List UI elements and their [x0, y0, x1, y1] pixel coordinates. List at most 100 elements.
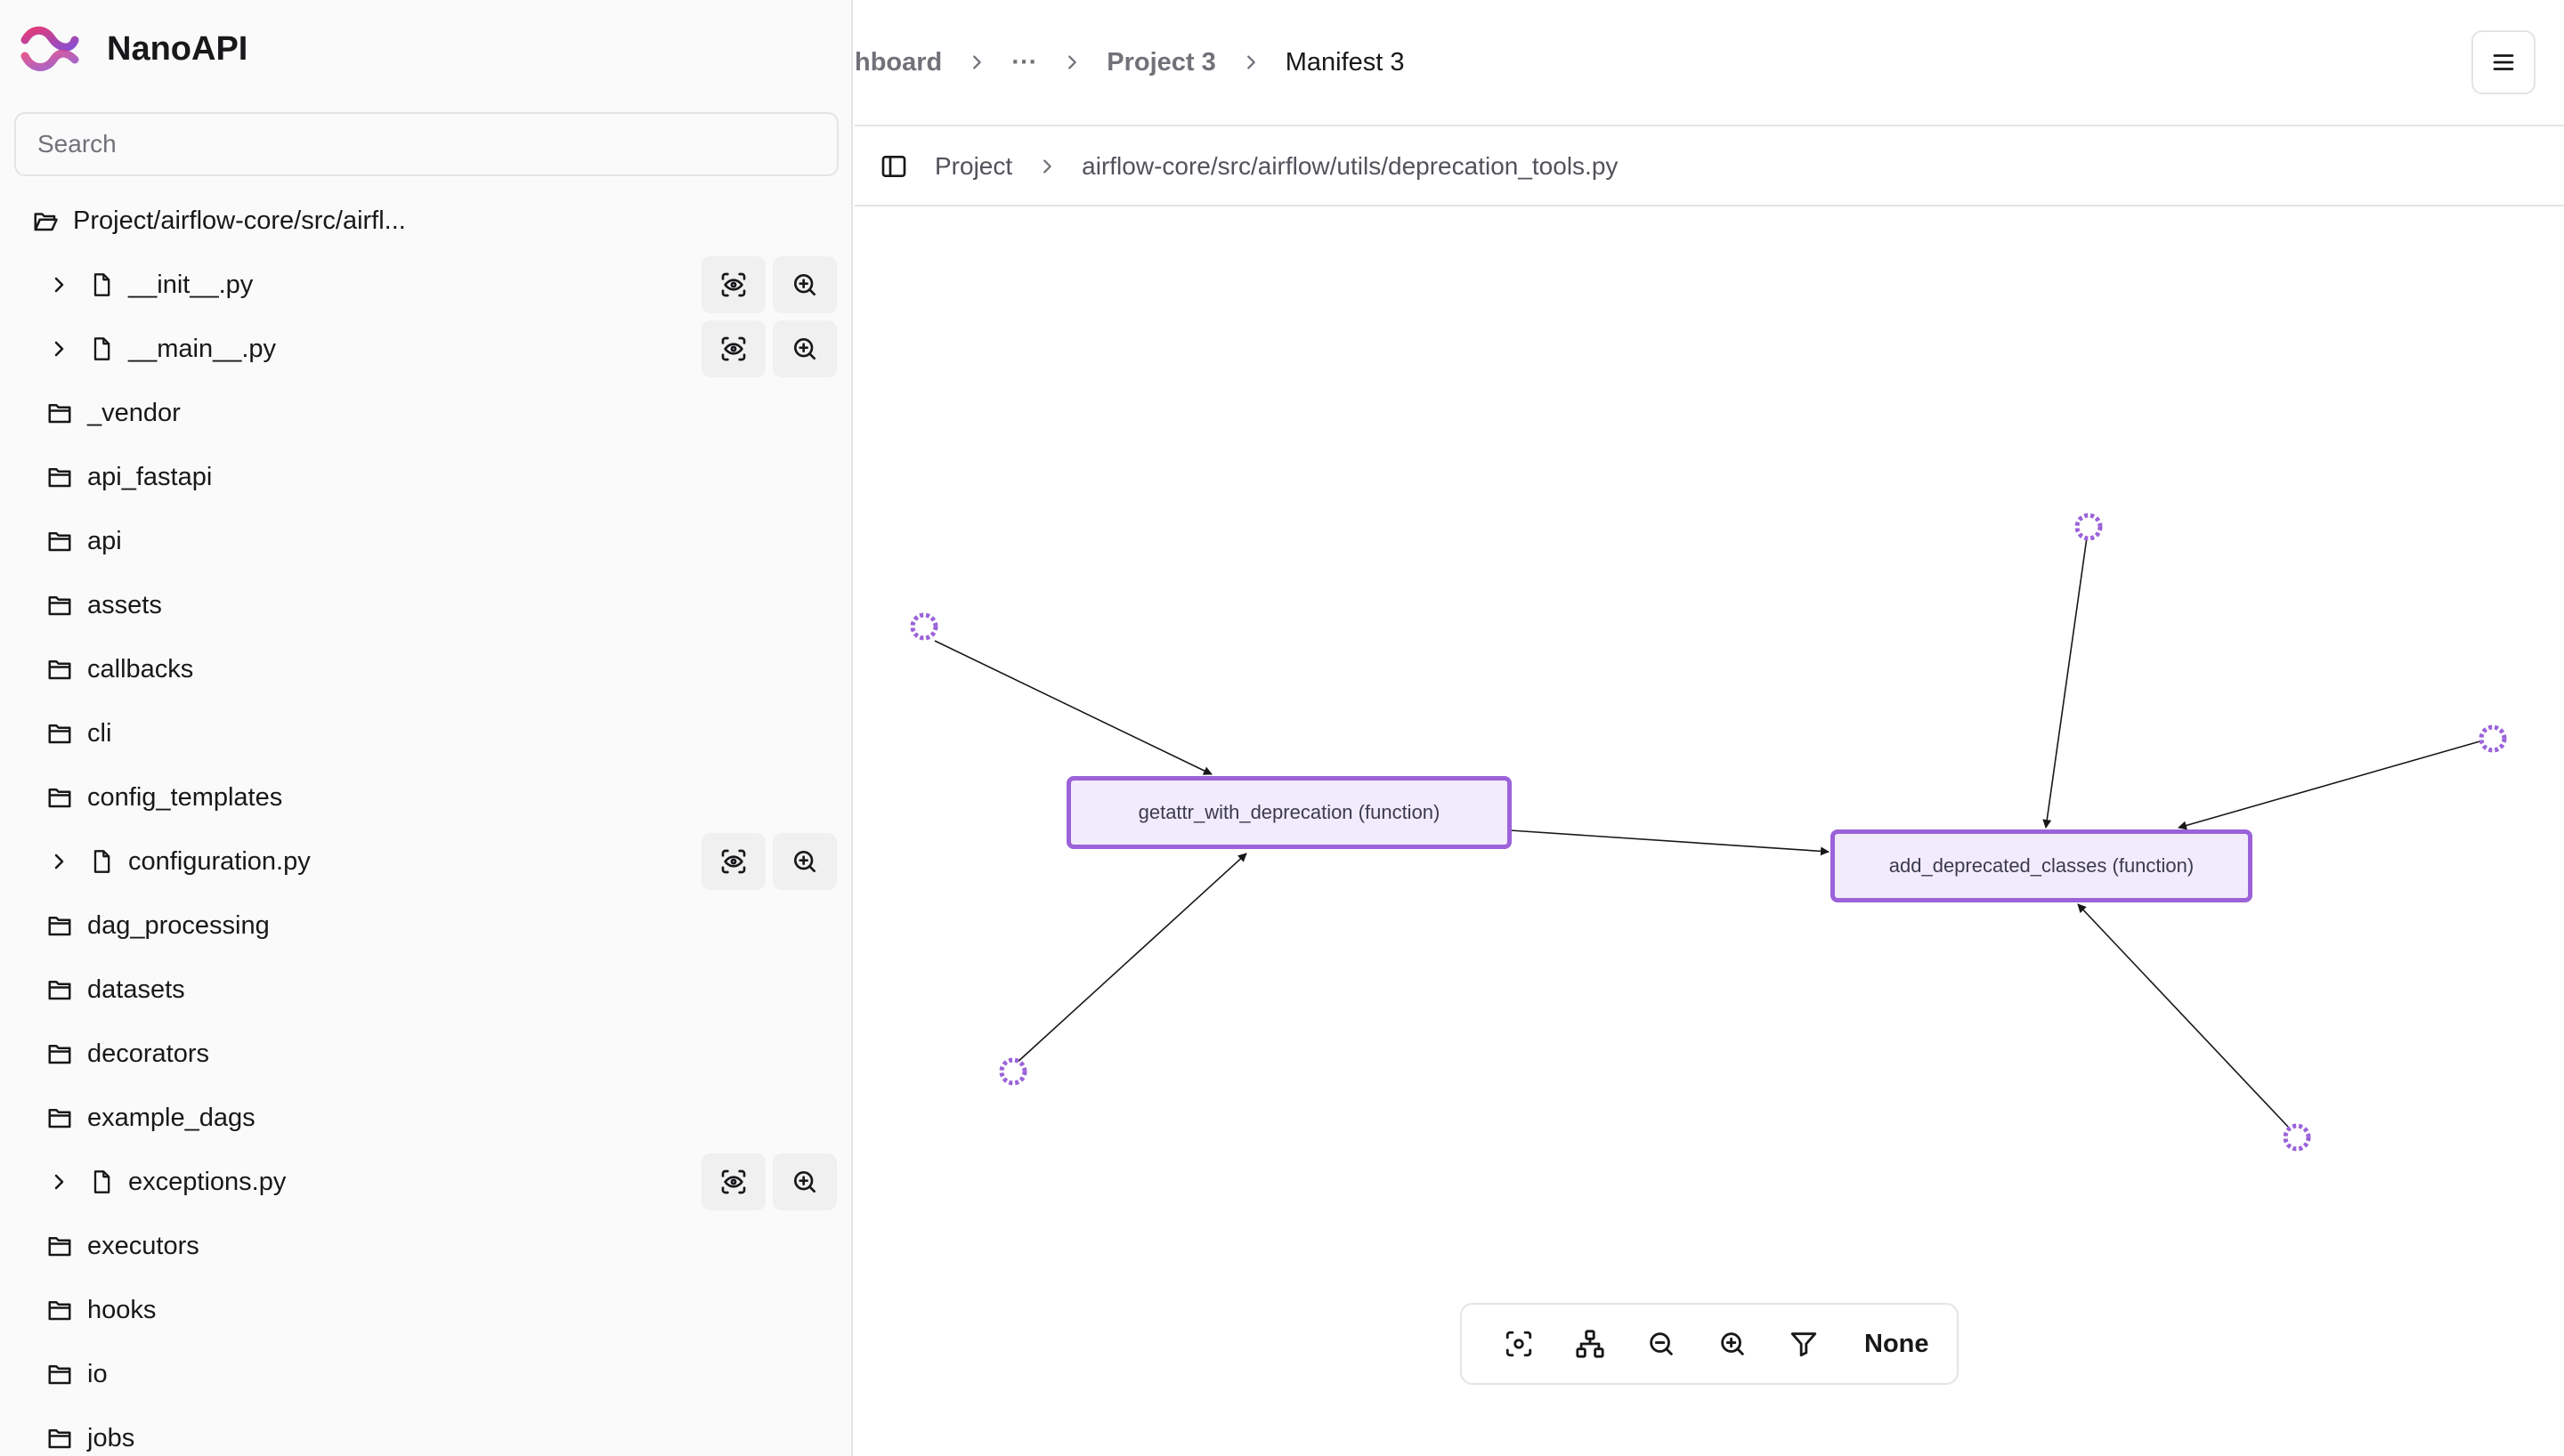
zoom-in-button[interactable] — [773, 256, 837, 313]
chevron-right-icon[interactable] — [48, 849, 69, 874]
tree-item-label: api — [87, 526, 122, 555]
tree-root[interactable]: Project/airflow-core/src/airfl... — [0, 189, 851, 253]
breadcrumb-project-link[interactable]: Project — [935, 152, 1012, 181]
tree-item-folder[interactable]: callbacks — [0, 637, 851, 701]
dependency-graph[interactable]: getattr_with_deprecation (function) add_… — [855, 208, 2564, 1456]
chevron-right-icon[interactable] — [48, 272, 69, 297]
tree-item-label: __init__.py — [128, 270, 254, 299]
app-window: NanoAPI Project/airflow-core/src/airfl..… — [0, 0, 2564, 1456]
chevron-right-icon[interactable] — [48, 1169, 69, 1194]
focus-view-button[interactable] — [702, 256, 766, 313]
row-actions — [702, 833, 837, 890]
tree-root-label: Project/airflow-core/src/airfl... — [73, 206, 406, 235]
breadcrumb-manifest: Manifest 3 — [1285, 47, 1405, 77]
sidebar-toggle-button[interactable] — [880, 152, 908, 181]
tree-item-folder[interactable]: assets — [0, 573, 851, 637]
brand[interactable]: NanoAPI — [20, 23, 247, 75]
filter-icon — [1790, 1332, 1817, 1357]
tree-item-folder[interactable]: api — [0, 509, 851, 573]
tree-item-folder[interactable]: executors — [0, 1214, 851, 1278]
folder-icon — [48, 1045, 71, 1064]
tree-item-label: decorators — [87, 1039, 210, 1068]
sidebar: NanoAPI Project/airflow-core/src/airfl..… — [0, 0, 853, 1456]
tree-item-label: jobs — [87, 1423, 135, 1452]
breadcrumb-dashboard[interactable]: hboard — [855, 48, 942, 77]
graph-edge — [1014, 853, 1247, 1065]
graph-node-add-deprecated-classes[interactable]: add_deprecated_classes (function) — [1830, 829, 2252, 902]
folder-icon — [48, 660, 71, 680]
filter-select[interactable]: None — [1864, 1330, 1929, 1359]
tree-item-folder[interactable]: io — [0, 1342, 851, 1406]
tree-item-label: cli — [87, 718, 112, 748]
file-icon — [93, 337, 110, 360]
tree-item-folder[interactable]: datasets — [0, 958, 851, 1022]
panel-left-icon — [881, 156, 906, 177]
tree-item-label: example_dags — [87, 1103, 256, 1132]
focus-view-button[interactable] — [702, 1153, 766, 1210]
file-breadcrumb-bar: Project airflow-core/src/airflow/utils/d… — [855, 128, 2564, 206]
tree-item-folder[interactable]: example_dags — [0, 1086, 851, 1150]
menu-button[interactable] — [2471, 30, 2536, 94]
zoom-in-button[interactable] — [1697, 1312, 1768, 1376]
chevron-right-icon — [1062, 51, 1082, 74]
row-actions — [702, 256, 837, 313]
folder-icon — [48, 789, 71, 808]
network-icon — [1576, 1330, 1604, 1358]
zoom-in-button[interactable] — [773, 1153, 837, 1210]
focus-view-button[interactable] — [702, 320, 766, 377]
tree-item-label: exceptions.py — [128, 1167, 287, 1196]
tree-item-label: callbacks — [87, 654, 194, 684]
tree-item-label: dag_processing — [87, 910, 270, 940]
folder-icon — [48, 1109, 71, 1128]
tree-item-folder[interactable]: jobs — [0, 1406, 851, 1456]
tree-item-folder[interactable]: dag_processing — [0, 894, 851, 958]
graph-stub-node[interactable] — [2479, 724, 2507, 753]
tree-item-folder[interactable]: api_fastapi — [0, 445, 851, 509]
graph-stub-node[interactable] — [2074, 513, 2103, 541]
tree-item-folder[interactable]: decorators — [0, 1022, 851, 1086]
tree-item-configuration[interactable]: configuration.py — [0, 829, 851, 894]
zoom-in-icon — [1721, 1332, 1744, 1355]
tree-item-label: assets — [87, 590, 162, 619]
zoom-in-button[interactable] — [773, 320, 837, 377]
zoom-out-button[interactable] — [1626, 1312, 1697, 1376]
folder-open-icon — [34, 213, 58, 231]
layout-button[interactable] — [1554, 1312, 1626, 1376]
scan-eye-icon — [721, 272, 746, 297]
fit-view-button[interactable] — [1483, 1312, 1554, 1376]
scan-eye-icon — [721, 1169, 746, 1194]
scan-eye-icon — [721, 336, 746, 361]
row-actions — [702, 320, 837, 377]
focus-view-button[interactable] — [702, 833, 766, 890]
top-header: hboard ··· Project 3 Manifest 3 — [855, 0, 2564, 126]
filter-button[interactable] — [1768, 1312, 1839, 1376]
tree-item-init[interactable]: __init__.py — [0, 253, 851, 317]
graph-stub-node[interactable] — [910, 612, 938, 641]
graph-stub-node[interactable] — [2283, 1123, 2311, 1152]
search-input[interactable] — [14, 112, 839, 176]
graph-edge — [2042, 537, 2088, 829]
chevron-right-icon[interactable] — [48, 336, 69, 361]
tree-item-folder[interactable]: cli — [0, 701, 851, 765]
folder-icon — [48, 1365, 71, 1385]
folder-icon — [48, 981, 71, 1000]
tree-item-label: hooks — [87, 1295, 157, 1324]
graph-stub-node[interactable] — [999, 1057, 1027, 1086]
graph-edge — [1509, 829, 1830, 856]
breadcrumb-project[interactable]: Project 3 — [1107, 48, 1216, 77]
zoom-in-button[interactable] — [773, 833, 837, 890]
breadcrumb-ellipsis[interactable]: ··· — [1011, 48, 1037, 77]
folder-icon — [48, 917, 71, 936]
graph-edge — [2178, 738, 2490, 830]
tree-item-main[interactable]: __main__.py — [0, 317, 851, 381]
tree-item-label: api_fastapi — [87, 462, 213, 491]
tree-item-folder[interactable]: hooks — [0, 1278, 851, 1342]
scan-icon — [1505, 1331, 1532, 1357]
tree-item-exceptions[interactable]: exceptions.py — [0, 1150, 851, 1214]
chevron-right-icon — [1037, 155, 1057, 178]
tree-item-label: _vendor — [87, 398, 181, 427]
tree-item-label: __main__.py — [128, 334, 277, 363]
tree-item-folder[interactable]: _vendor — [0, 381, 851, 445]
graph-node-getattr-with-deprecation[interactable]: getattr_with_deprecation (function) — [1067, 776, 1512, 849]
tree-item-folder[interactable]: config_templates — [0, 765, 851, 829]
